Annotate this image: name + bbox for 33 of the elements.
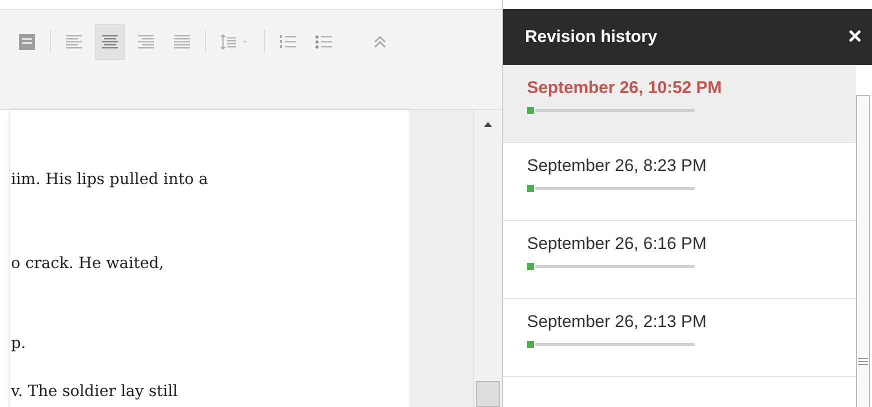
document-text: v. The soldier lay still <box>11 381 179 402</box>
align-center-icon <box>102 35 118 49</box>
revision-time: September 26, 6:16 PM <box>527 234 708 254</box>
revision-bar-icon <box>527 340 697 348</box>
document-text: o crack. He waited, <box>11 253 165 274</box>
justify-icon <box>174 35 190 49</box>
scrollbar[interactable] <box>856 95 870 407</box>
chevron-up-icon <box>373 36 387 48</box>
align-right-icon <box>138 35 154 49</box>
revision-item[interactable]: September 26, 10:52 PM <box>503 65 856 143</box>
revision-time: September 26, 10:52 PM <box>527 78 723 98</box>
align-left-icon <box>66 35 82 49</box>
revision-bar-icon <box>527 262 697 270</box>
revision-bar-icon <box>527 106 697 114</box>
line-spacing-icon <box>220 34 250 50</box>
panel-title: Revision history <box>525 27 658 47</box>
revision-item[interactable]: September 26, 8:23 PM <box>503 143 856 221</box>
close-button[interactable]: × <box>844 23 866 51</box>
revision-item[interactable]: September 26, 6:16 PM <box>503 221 856 299</box>
document-text: iim. His lips pulled into a <box>11 169 210 190</box>
align-center-button[interactable] <box>95 24 125 60</box>
revision-bar-icon <box>527 184 697 192</box>
grip-icon <box>858 356 868 366</box>
revision-time: September 26, 8:23 PM <box>527 156 708 176</box>
image-icon <box>18 33 36 51</box>
revision-item[interactable]: September 26, 2:13 PM <box>503 299 856 377</box>
bulleted-list-icon <box>315 34 333 50</box>
scrollbar[interactable] <box>473 110 502 407</box>
revision-time: September 26, 2:13 PM <box>527 312 708 332</box>
document-text: p. <box>11 333 27 354</box>
scroll-up-icon[interactable] <box>484 122 492 127</box>
scrollbar-thumb[interactable] <box>476 381 500 407</box>
numbered-list-icon <box>279 34 297 50</box>
